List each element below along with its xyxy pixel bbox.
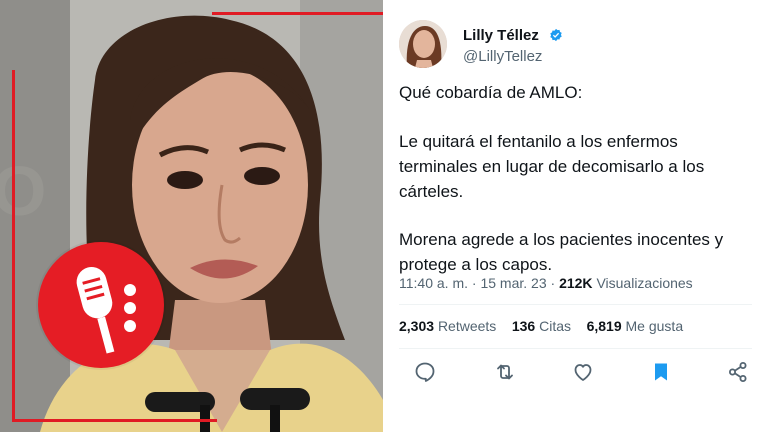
retweets-label[interactable]: Retweets <box>438 318 496 334</box>
tweet-text-line: Le quitará el fentanilo a los enfermos <box>399 132 678 151</box>
views-label: Visualizaciones <box>596 275 693 291</box>
divider <box>399 304 752 305</box>
action-bar <box>399 360 752 386</box>
tweet-text-line: Morena agrede a los pacientes inocentes … <box>399 230 724 249</box>
tweet-stats: 2,303 Retweets 136 Citas 6,819 Me gusta <box>399 318 683 334</box>
heart-icon[interactable] <box>571 360 595 384</box>
likes-count[interactable]: 6,819 <box>587 318 622 334</box>
meta-separator: · <box>471 275 477 291</box>
display-name[interactable]: Lilly Téllez <box>463 27 539 44</box>
microphone-icon <box>76 266 136 354</box>
verified-badge-icon <box>550 28 562 42</box>
tweet-text-line: terminales en lugar de decomisarlo a los <box>399 157 705 176</box>
views-count: 212K <box>559 275 593 291</box>
tweet-text-line: protege a los capos. <box>399 255 553 274</box>
reply-icon[interactable] <box>413 360 437 384</box>
tweet-text-intro: Qué cobardía de AMLO: <box>399 83 583 102</box>
retweet-icon[interactable] <box>493 360 517 384</box>
podcast-badge <box>38 242 164 368</box>
retweets-count[interactable]: 2,303 <box>399 318 434 334</box>
divider <box>399 348 752 349</box>
avatar[interactable] <box>399 20 447 68</box>
likes-label[interactable]: Me gusta <box>626 318 684 334</box>
tweet-time[interactable]: 11:40 a. m. <box>399 275 468 291</box>
quotes-count[interactable]: 136 <box>512 318 535 334</box>
tweet-meta: 11:40 a. m. · 15 mar. 23 · 212K Visualiz… <box>399 275 693 291</box>
tweet-card[interactable]: Lilly Téllez @LillyTellez Qué cobardía d… <box>383 0 768 432</box>
tweet-text-line: cárteles. <box>399 182 464 201</box>
frame-left-line <box>12 70 15 422</box>
svg-text:O: O <box>0 152 46 230</box>
share-icon[interactable] <box>726 360 750 384</box>
meta-separator: · <box>550 275 556 291</box>
quotes-label[interactable]: Citas <box>539 318 571 334</box>
bookmark-icon[interactable] <box>649 360 673 384</box>
frame-bottom-line <box>12 419 217 422</box>
user-handle[interactable]: @LillyTellez <box>463 48 542 65</box>
avatar-image <box>399 20 447 68</box>
tweet-date[interactable]: 15 mar. 23 <box>480 275 546 291</box>
